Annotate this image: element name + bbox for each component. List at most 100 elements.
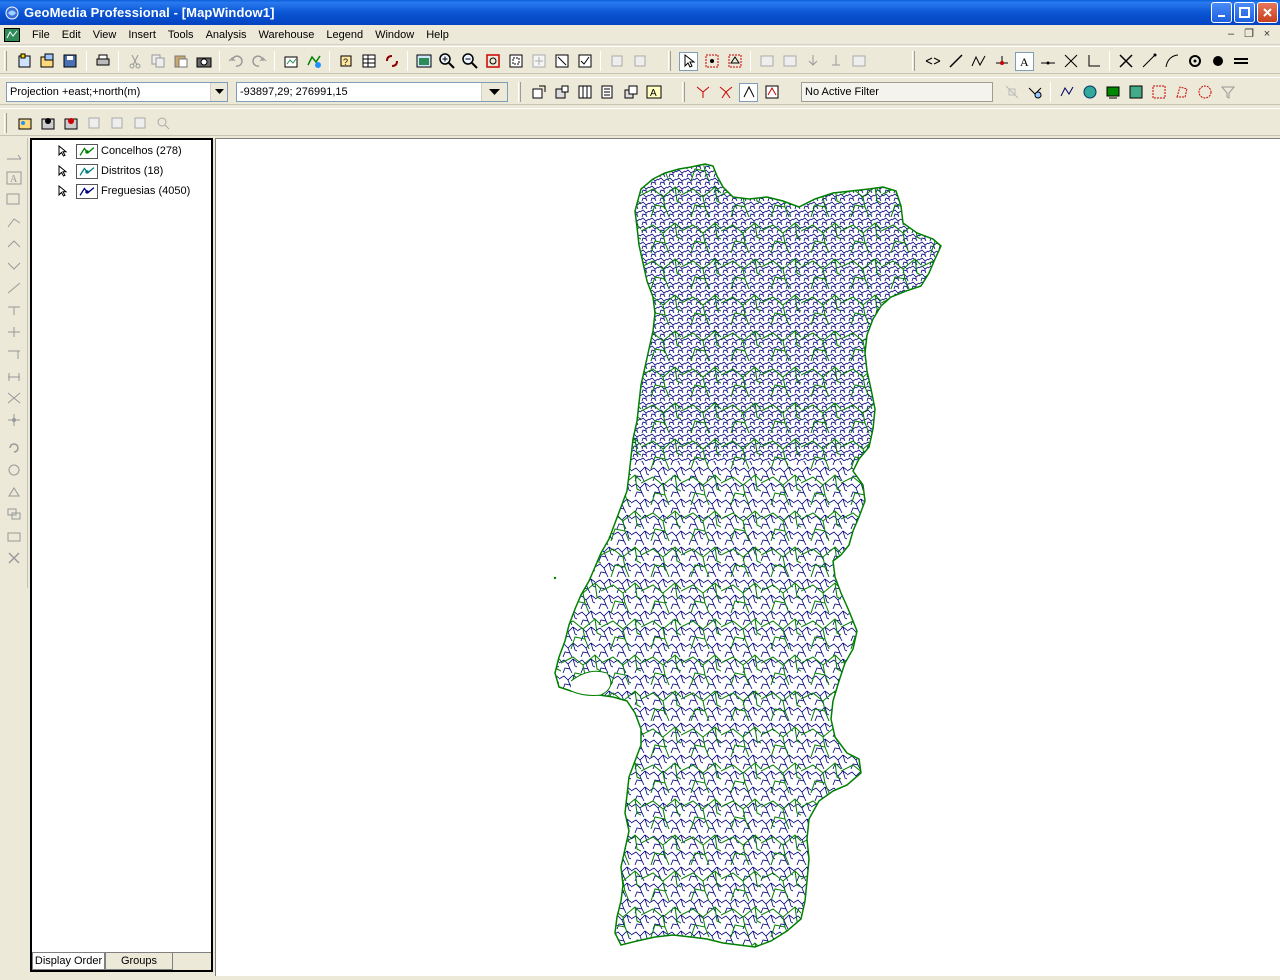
refresh-button[interactable]: [607, 52, 626, 71]
delete-feature-button[interactable]: [5, 550, 23, 566]
cut-button[interactable]: [125, 52, 144, 71]
paste-button[interactable]: [171, 52, 190, 71]
insert-feature-button[interactable]: [803, 52, 822, 71]
coordinate-dropdown-button[interactable]: [481, 83, 507, 101]
save-geoworkspace-button[interactable]: [61, 52, 80, 71]
properties-button[interactable]: [529, 83, 548, 102]
menu-insert[interactable]: Insert: [122, 25, 162, 45]
trace-button[interactable]: [693, 83, 712, 102]
tab-display-order[interactable]: Display Order: [32, 953, 105, 970]
angle-button[interactable]: [1084, 52, 1103, 71]
snap-button[interactable]: [992, 52, 1011, 71]
close-button[interactable]: [1257, 2, 1278, 23]
map-window-button[interactable]: [414, 52, 433, 71]
analytical-merge-button[interactable]: [1103, 83, 1122, 102]
buffer-zone-button[interactable]: [1057, 83, 1076, 102]
copy-button[interactable]: [148, 52, 167, 71]
image-button[interactable]: [1126, 83, 1145, 102]
legend-add-button[interactable]: [15, 114, 34, 133]
redo-button[interactable]: [249, 52, 268, 71]
mdi-close-button[interactable]: ×: [1260, 28, 1274, 42]
mdi-minimize-button[interactable]: –: [1224, 28, 1238, 42]
stack-button[interactable]: [621, 83, 640, 102]
insert-text-button[interactable]: A: [5, 170, 23, 186]
projection-dropdown-button[interactable]: [210, 83, 227, 101]
legend-style-button[interactable]: [61, 114, 80, 133]
minimize-button[interactable]: [1211, 2, 1232, 23]
split-feature-button[interactable]: [5, 302, 23, 318]
zoom-out-button[interactable]: [460, 52, 479, 71]
legend-remove-button[interactable]: [84, 114, 103, 133]
thematic-button[interactable]: [1080, 83, 1099, 102]
snapshot-button[interactable]: [194, 52, 213, 71]
toolbar-grip[interactable]: [4, 51, 7, 71]
select-by-polygon-button[interactable]: [725, 52, 744, 71]
label-button[interactable]: A: [644, 83, 663, 102]
legend-entry-distritos[interactable]: Distritos (18): [58, 162, 163, 180]
spin-button[interactable]: [5, 484, 23, 500]
extend-line-button[interactable]: [5, 346, 23, 362]
table-view-button[interactable]: [757, 52, 776, 71]
columns-button[interactable]: [780, 52, 799, 71]
circle-fence-button[interactable]: [1195, 83, 1214, 102]
display-properties-button[interactable]: [575, 52, 594, 71]
split-button[interactable]: [1061, 52, 1080, 71]
legend-move-button[interactable]: [107, 114, 126, 133]
route-button[interactable]: [739, 82, 758, 102]
extend-button[interactable]: [1139, 52, 1158, 71]
menu-analysis[interactable]: Analysis: [200, 25, 253, 45]
zoom-in-button[interactable]: [437, 52, 456, 71]
feature-class-button[interactable]: [304, 52, 323, 71]
query-button[interactable]: ?: [336, 52, 355, 71]
open-geoworkspace-button[interactable]: [38, 52, 57, 71]
spatial-query-button[interactable]: [1025, 83, 1044, 102]
tab-groups[interactable]: Groups: [105, 953, 173, 970]
trim-button[interactable]: [1116, 52, 1135, 71]
columns-layout-button[interactable]: [575, 83, 594, 102]
break-line-button[interactable]: [923, 52, 942, 71]
previous-view-button[interactable]: [552, 52, 571, 71]
spatial-filter-button[interactable]: [849, 52, 868, 71]
intersect-button[interactable]: [5, 390, 23, 406]
menu-warehouse[interactable]: Warehouse: [253, 25, 321, 45]
move-vertex-button[interactable]: [5, 280, 23, 296]
insert-point-button[interactable]: [1038, 52, 1057, 71]
delete-vertex-button[interactable]: [5, 258, 23, 274]
add-legend-entries-button[interactable]: [281, 52, 300, 71]
attach-button[interactable]: [826, 52, 845, 71]
data-window-button[interactable]: [359, 52, 378, 71]
draw-line-button[interactable]: [946, 52, 965, 71]
legend-search-button[interactable]: [153, 114, 172, 133]
toolbar-grip[interactable]: [668, 51, 671, 71]
coordinate-readout-field[interactable]: -93897,29; 276991,15: [236, 82, 508, 102]
text-tool-button[interactable]: A: [1015, 51, 1034, 71]
rotate-button[interactable]: [5, 440, 23, 456]
menu-legend[interactable]: Legend: [320, 25, 369, 45]
insert-vertex-button[interactable]: [5, 236, 23, 252]
copy-parallel-button[interactable]: [5, 506, 23, 522]
filter-clear-button[interactable]: [1002, 83, 1021, 102]
projection-select[interactable]: Projection +east;+north(m): [6, 82, 228, 102]
arc-button[interactable]: [1162, 52, 1181, 71]
map-window-icon[interactable]: [4, 27, 20, 42]
filled-circle-button[interactable]: [1208, 52, 1227, 71]
menu-view[interactable]: View: [87, 25, 123, 45]
fit-all-button[interactable]: [483, 52, 502, 71]
edit-geometry-button[interactable]: [5, 214, 23, 230]
legend-properties-button[interactable]: [38, 114, 57, 133]
maximize-button[interactable]: [1234, 2, 1255, 23]
route-alt-button[interactable]: [762, 83, 781, 102]
rotate-copy-button[interactable]: [5, 462, 23, 478]
legend-group-button[interactable]: [130, 114, 149, 133]
select-tool-button[interactable]: [679, 51, 698, 71]
polygon-fence-button[interactable]: [1172, 83, 1191, 102]
polyline-button[interactable]: [969, 52, 988, 71]
toolbar-grip[interactable]: [4, 113, 7, 133]
menu-tools[interactable]: Tools: [162, 25, 200, 45]
toolbar-grip[interactable]: [912, 51, 915, 71]
new-geoworkspace-button[interactable]: [15, 52, 34, 71]
select-by-fence-button[interactable]: [702, 52, 721, 71]
edit-text-button[interactable]: [5, 192, 23, 208]
menu-window[interactable]: Window: [369, 25, 420, 45]
move-button[interactable]: [5, 412, 23, 428]
